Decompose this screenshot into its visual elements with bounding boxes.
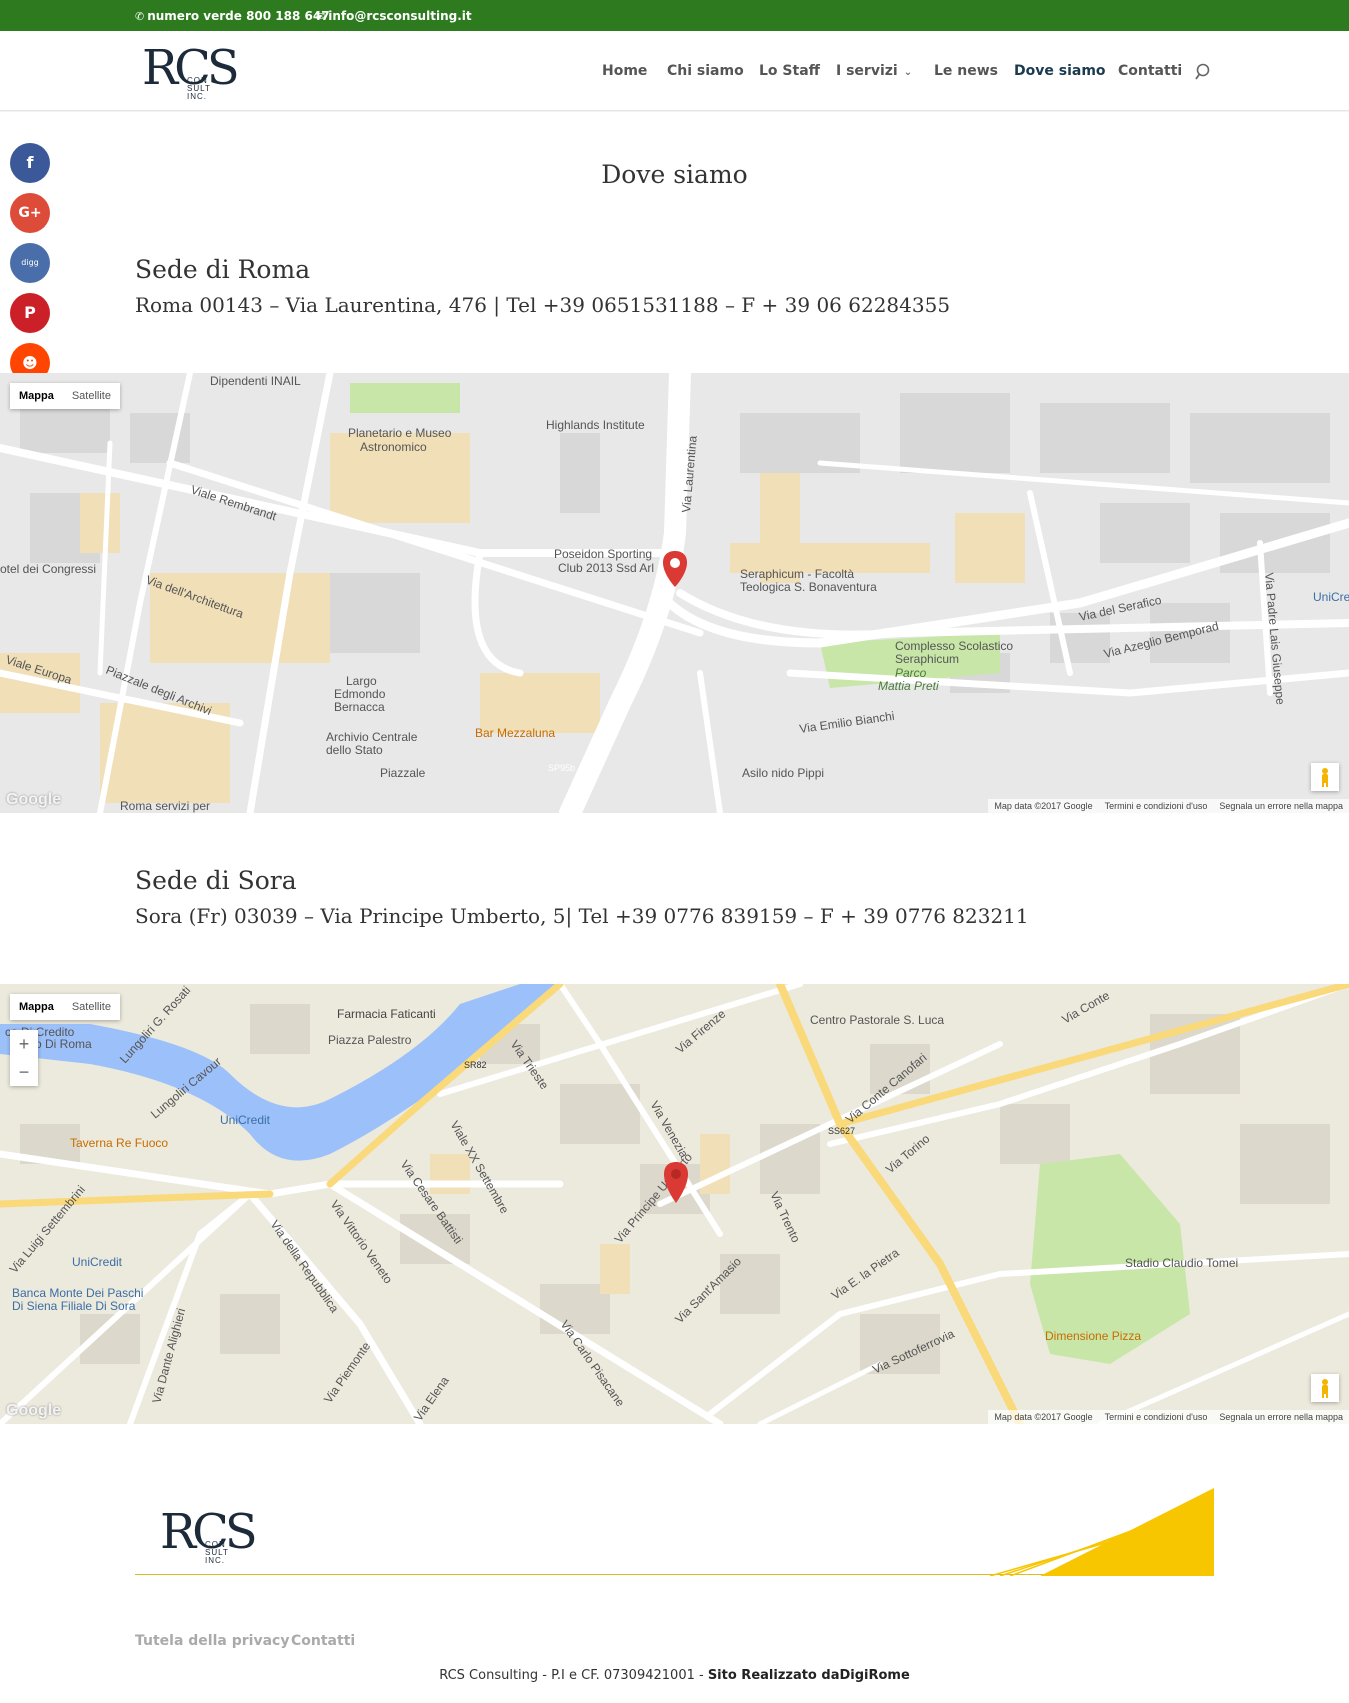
map-report-link[interactable]: Segnala un errore nella mappa <box>1213 1410 1349 1424</box>
digg-icon[interactable]: digg <box>10 243 50 283</box>
map-label: otel dei Congressi <box>0 562 96 576</box>
top-bar: ✆ numero verde 800 188 647 ✉ info@rcsconsu… <box>0 0 1349 31</box>
map-terms-link[interactable]: Termini e condizioni d'uso <box>1099 799 1214 813</box>
map-sora[interactable]: Farmacia Faticanti Piazza Palestro Centr… <box>0 984 1349 1424</box>
map-label: Bernacca <box>334 700 385 714</box>
map-report-link[interactable]: Segnala un errore nella mappa <box>1213 799 1349 813</box>
map-label: o Di Roma <box>35 1037 92 1051</box>
map-label: Complesso Scolastico <box>895 639 1013 653</box>
roma-title: Sede di Roma <box>135 255 311 284</box>
nav-home[interactable]: Home <box>602 63 647 79</box>
map-label: SR82 <box>464 1060 487 1070</box>
map-type-satellite-button[interactable]: Satellite <box>63 994 120 1020</box>
map-roma[interactable]: Dipendenti INAIL Planetario e Museo Astr… <box>0 373 1349 813</box>
google-logo[interactable]: Google <box>6 791 61 809</box>
google-logo[interactable]: Google <box>6 1402 61 1420</box>
map-label: Seraphicum <box>895 652 959 666</box>
map-label: UniCredit <box>72 1255 123 1269</box>
roma-address: Roma 00143 – Via Laurentina, 476 | Tel +… <box>135 293 951 317</box>
sora-address: Sora (Fr) 03039 – Via Principe Umberto, … <box>135 904 1029 928</box>
map-terms-link[interactable]: Termini e condizioni d'uso <box>1099 1410 1214 1424</box>
map-label: Di Siena Filiale Di Sora <box>12 1299 136 1313</box>
map-label: Poseidon Sporting <box>554 547 652 561</box>
map-label: Mattia Preti <box>878 679 939 693</box>
nav-i-servizi[interactable]: I servizi ⌄ <box>836 63 912 79</box>
copyright-text: RCS Consulting - P.I e CF. 07309421001 - <box>439 1668 708 1683</box>
pegman-icon[interactable] <box>1311 763 1339 791</box>
map-type-map-button[interactable]: Mappa <box>10 994 63 1020</box>
map-label: Seraphicum - Facoltà <box>740 567 854 581</box>
phone-text: numero verde 800 188 647 <box>147 9 330 23</box>
map-label: Teologica S. Bonaventura <box>740 580 877 594</box>
map-label: UniCredit <box>220 1113 271 1127</box>
map-data-credit: Map data ©2017 Google <box>994 801 1093 811</box>
footer-logo[interactable]: RCS CON SULT INC. <box>160 1505 260 1567</box>
map-type-control: Mappa Satellite <box>10 994 120 1020</box>
map-label: Asilo nido Pippi <box>742 766 824 780</box>
map-label: Piazza Palestro <box>328 1033 412 1047</box>
map-label: Dipendenti INAIL <box>210 374 301 388</box>
google-plus-icon[interactable]: G+ <box>10 193 50 233</box>
sora-title: Sede di Sora <box>135 866 297 895</box>
nav-lo-staff[interactable]: Lo Staff <box>759 63 820 79</box>
nav-le-news[interactable]: Le news <box>934 63 998 79</box>
map-label: Parco <box>895 666 927 680</box>
map-type-satellite-button[interactable]: Satellite <box>63 383 120 409</box>
footer-link-contatti[interactable]: Contatti <box>291 1633 355 1649</box>
map-type-control: Mappa Satellite <box>10 383 120 409</box>
pegman-icon[interactable] <box>1311 1374 1339 1402</box>
nav-dove-siamo[interactable]: Dove siamo <box>1014 63 1106 79</box>
copyright: RCS Consulting - P.I e CF. 07309421001 -… <box>0 1668 1349 1683</box>
map-roma-canvas[interactable]: Dipendenti INAIL Planetario e Museo Astr… <box>0 373 1349 813</box>
map-label: Bar Mezzaluna <box>475 726 555 740</box>
zoom-control: + − <box>10 1030 38 1086</box>
nav-i-servizi-label: I servizi <box>836 63 898 79</box>
map-label: Astronomico <box>360 440 427 454</box>
site-logo[interactable]: RCS CON SULT INC. <box>142 41 242 103</box>
email-text: info@rcsconsulting.it <box>328 9 472 23</box>
map-label: Roma servizi per <box>120 799 210 813</box>
phone-info[interactable]: ✆ numero verde 800 188 647 <box>135 9 330 23</box>
map-sora-canvas[interactable]: Farmacia Faticanti Piazza Palestro Centr… <box>0 984 1349 1424</box>
pinterest-icon[interactable]: P <box>10 293 50 333</box>
map-footer: Map data ©2017 Google Termini e condizio… <box>988 1410 1349 1424</box>
chevron-down-icon: ⌄ <box>903 67 913 78</box>
map-type-map-button[interactable]: Mappa <box>10 383 63 409</box>
map-label: Archivio Centrale <box>326 730 418 744</box>
map-label: Piazzale <box>380 766 426 780</box>
map-label: Club 2013 Ssd Arl <box>558 561 654 575</box>
map-label: Farmacia Faticanti <box>337 1007 436 1021</box>
map-label: Banca Monte Dei Paschi <box>12 1286 143 1300</box>
map-label: Highlands Institute <box>546 418 645 432</box>
map-footer: Map data ©2017 Google Termini e condizio… <box>988 799 1349 813</box>
map-label: Planetario e Museo <box>348 426 452 440</box>
map-label: Largo <box>346 674 377 688</box>
map-data-credit: Map data ©2017 Google <box>994 1412 1093 1422</box>
phone-icon: ✆ <box>135 10 145 23</box>
search-icon[interactable] <box>1194 62 1214 82</box>
map-label: Stadio Claudio Tomei <box>1125 1256 1238 1270</box>
map-label: dello Stato <box>326 743 383 757</box>
zoom-in-button[interactable]: + <box>10 1030 38 1058</box>
zoom-out-button[interactable]: − <box>10 1058 38 1086</box>
footer-link-privacy[interactable]: Tutela della privacy <box>135 1633 289 1649</box>
nav-chi-siamo[interactable]: Chi siamo <box>667 63 744 79</box>
map-label: Edmondo <box>334 687 386 701</box>
map-label: SS627 <box>828 1126 855 1136</box>
credit-link[interactable]: Sito Realizzato daDigiRome <box>708 1668 910 1683</box>
page-title: Dove siamo <box>601 160 748 189</box>
footer-yellow-stripe <box>989 1488 1214 1576</box>
site-header: RCS CON SULT INC. Home Chi siamo Lo Staff … <box>0 31 1349 111</box>
map-label: Taverna Re Fuoco <box>70 1136 168 1150</box>
map-label: Centro Pastorale S. Luca <box>810 1013 944 1027</box>
footer-logo-subtext: CON SULT INC. <box>205 1540 229 1565</box>
logo-subtext: CON SULT INC. <box>187 76 211 101</box>
map-label: UniCre <box>1313 590 1349 604</box>
envelope-icon: ✉ <box>316 10 326 23</box>
nav-contatti[interactable]: Contatti <box>1118 63 1182 79</box>
map-label: Dimensione Pizza <box>1045 1329 1141 1343</box>
email-info[interactable]: ✉ info@rcsconsulting.it <box>316 9 472 23</box>
map-label: SP95b <box>548 763 575 773</box>
